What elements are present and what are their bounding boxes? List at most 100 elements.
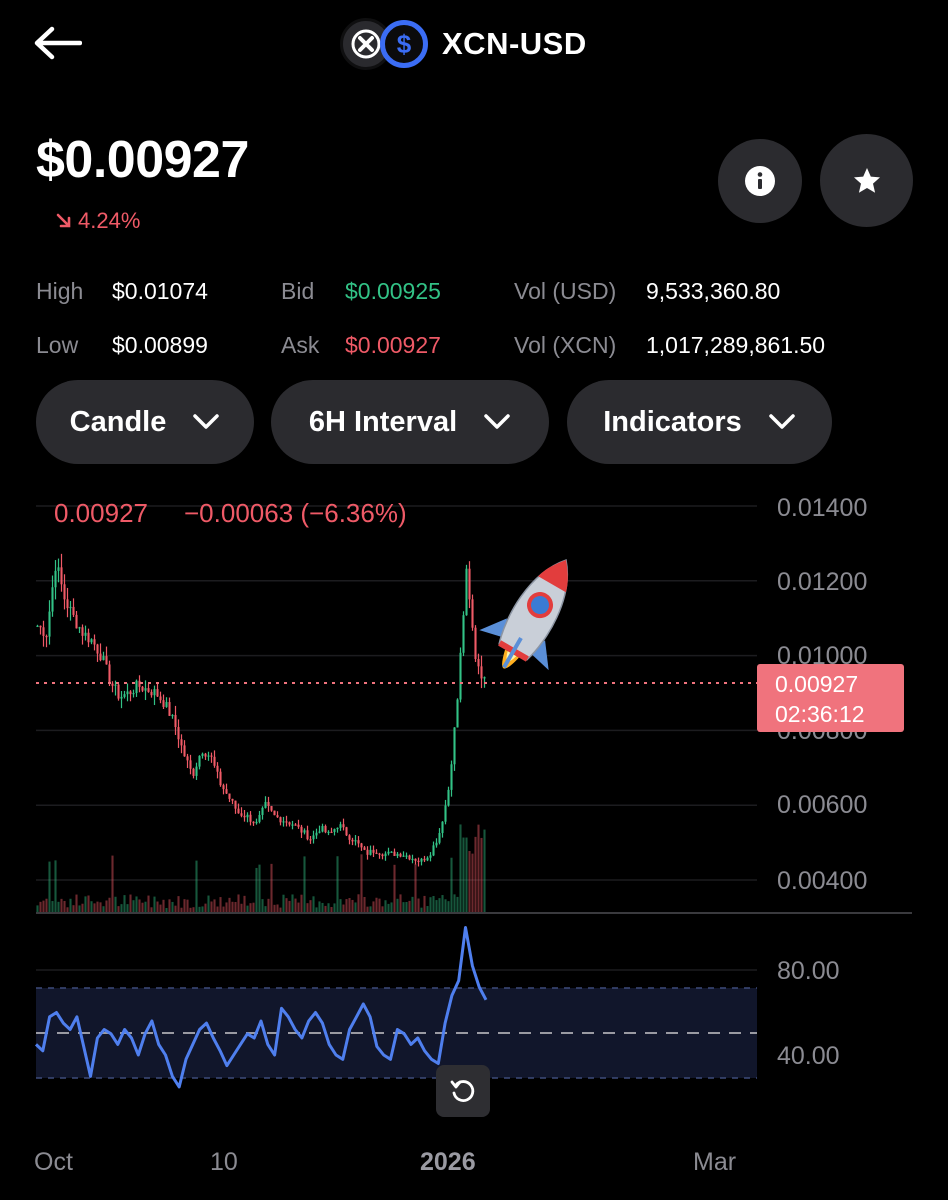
candle-body xyxy=(135,680,138,694)
ask-label: Ask xyxy=(281,332,320,358)
volume-bar xyxy=(66,907,69,912)
volume-bar xyxy=(57,901,60,912)
candle-body xyxy=(276,815,279,818)
volume-bar xyxy=(282,894,285,912)
candle-body xyxy=(159,696,162,701)
chart-type-dropdown[interactable]: Candle xyxy=(36,380,254,464)
high-label: High xyxy=(36,278,84,304)
volume-bar xyxy=(312,896,315,912)
volume-bar xyxy=(207,895,210,912)
candle-body xyxy=(309,839,312,841)
volume-bar xyxy=(288,900,291,912)
volume-bar xyxy=(36,905,39,912)
volume-bar xyxy=(168,899,171,912)
y-tick: 0.00600 xyxy=(777,791,867,819)
volume-bar xyxy=(99,902,102,912)
candle-body xyxy=(39,625,42,628)
volume-bar xyxy=(441,895,444,912)
candle-body xyxy=(84,632,87,636)
candle-body xyxy=(114,684,117,686)
candle-body xyxy=(321,826,324,832)
candle-body xyxy=(153,689,156,696)
candle-body xyxy=(336,827,339,830)
candle-body xyxy=(282,821,285,823)
volume-bar xyxy=(417,898,420,912)
volume-bar xyxy=(234,901,237,912)
volume-bar xyxy=(345,899,348,912)
candle-body xyxy=(75,614,78,629)
low-value: $0.00899 xyxy=(112,332,208,358)
volume-bar xyxy=(462,837,465,912)
candle-body xyxy=(258,814,261,822)
volume-bar xyxy=(402,902,405,912)
rocket-icon xyxy=(479,559,568,671)
rsi-y-tick: 40.00 xyxy=(777,1042,840,1070)
candle-body xyxy=(279,817,282,823)
volume-bar xyxy=(270,863,273,912)
volume-bar xyxy=(75,894,78,912)
volume-bar xyxy=(432,896,435,912)
back-button[interactable] xyxy=(32,18,92,68)
volume-bar xyxy=(438,898,441,912)
candle-body xyxy=(420,858,423,862)
volume-bar xyxy=(348,898,351,912)
volume-bar xyxy=(150,907,153,912)
volume-bar xyxy=(483,829,486,912)
candle-body xyxy=(333,829,336,832)
candle-body xyxy=(198,755,201,767)
interval-dropdown[interactable]: 6H Interval xyxy=(271,380,549,464)
candle-body xyxy=(252,821,255,824)
volume-bar xyxy=(102,906,105,912)
candle-body xyxy=(312,835,315,840)
volume-bar xyxy=(42,900,45,912)
info-button[interactable] xyxy=(718,139,802,223)
volume-bar xyxy=(408,900,411,912)
volume-bar xyxy=(429,897,432,912)
volume-bar xyxy=(237,894,240,912)
candle-body xyxy=(147,688,150,692)
volume-bar xyxy=(393,864,396,912)
candle-body xyxy=(42,627,45,636)
last-price-tag: 0.00927 02:36:12 xyxy=(757,664,904,732)
candle-body xyxy=(465,568,468,616)
volume-bar xyxy=(291,894,294,912)
volume-bar xyxy=(93,903,96,912)
candle-body xyxy=(69,606,72,609)
indicators-dropdown[interactable]: Indicators xyxy=(567,380,832,464)
volume-bar xyxy=(351,899,354,912)
volume-bar xyxy=(60,898,63,912)
volume-bar xyxy=(267,898,270,912)
volume-bar xyxy=(111,855,114,912)
candle-body xyxy=(201,753,204,756)
volume-bar xyxy=(315,907,318,912)
candle-body xyxy=(45,635,48,638)
candle-body xyxy=(363,847,366,850)
volume-bar xyxy=(147,895,150,912)
volume-bar xyxy=(144,901,147,912)
volume-bar xyxy=(384,900,387,912)
candle-body xyxy=(411,858,414,861)
star-icon xyxy=(853,167,880,193)
low-label: Low xyxy=(36,332,79,358)
candle-body xyxy=(102,656,105,661)
candle-body xyxy=(351,839,354,842)
favorite-button[interactable] xyxy=(820,134,913,227)
vol-xcn-label: Vol (XCN) xyxy=(514,332,617,358)
volume-bar xyxy=(216,906,219,912)
candle-body xyxy=(231,798,234,801)
volume-bar xyxy=(336,856,339,912)
volume-bar xyxy=(357,894,360,912)
candle-body xyxy=(93,639,96,645)
vol-usd-value: 9,533,360.80 xyxy=(646,278,781,304)
volume-bar xyxy=(459,824,462,912)
volume-bar xyxy=(201,906,204,912)
candle-body xyxy=(432,845,435,856)
reset-chart-button[interactable] xyxy=(436,1065,490,1117)
candle-body xyxy=(78,627,81,629)
usd-coin-icon: $ xyxy=(380,20,428,68)
volume-bar xyxy=(51,901,54,912)
candle-body xyxy=(99,653,102,661)
volume-bar xyxy=(78,905,81,912)
volume-bar xyxy=(321,902,324,912)
volume-bar xyxy=(414,864,417,912)
